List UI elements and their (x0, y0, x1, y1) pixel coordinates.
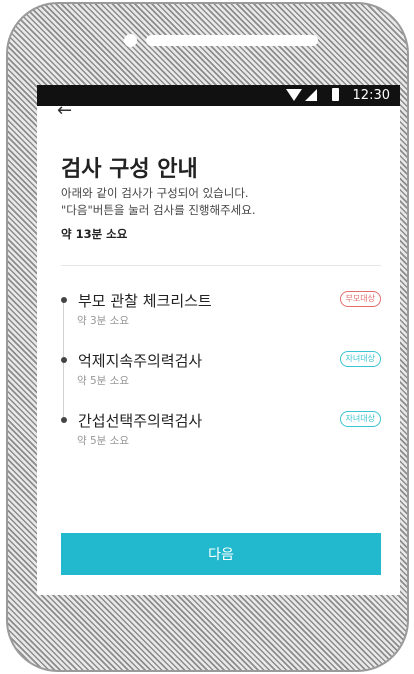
app-screen: 12:30 ← 검사 구성 안내 아래와 같이 검사가 구성되어 있습니다. "… (37, 85, 400, 595)
test-name: 부모 관찰 체크리스트 (78, 292, 212, 310)
page-title: 검사 구성 안내 (61, 157, 198, 182)
test-item-parent-checklist: 부모 관찰 체크리스트 부모대상 약 3분 소요 (59, 288, 381, 330)
test-time: 약 5분 소요 (77, 375, 129, 387)
bullet-icon (61, 417, 67, 423)
target-badge: 부모대상 (339, 291, 381, 307)
intro-description: 아래와 같이 검사가 구성되어 있습니다. "다음"버튼을 눌러 검사를 진행해… (61, 186, 256, 217)
phone-frame: 12:30 ← 검사 구성 안내 아래와 같이 검사가 구성되어 있습니다. "… (6, 2, 409, 672)
signal-icon (305, 89, 317, 101)
test-time: 약 3분 소요 (77, 315, 129, 327)
test-name: 억제지속주의력검사 (78, 352, 203, 370)
speaker-grille (146, 35, 318, 46)
test-time: 약 5분 소요 (77, 435, 129, 447)
divider (61, 265, 381, 266)
status-time: 12:30 (352, 88, 390, 103)
status-bar: 12:30 (37, 85, 400, 106)
bullet-icon (61, 357, 67, 363)
wifi-icon (286, 89, 302, 101)
battery-icon (332, 88, 339, 101)
target-badge: 자녀대상 (339, 351, 381, 367)
target-badge: 자녀대상 (339, 411, 381, 427)
total-time: 약 13분 소요 (61, 227, 128, 241)
front-camera (124, 34, 137, 47)
back-arrow-icon[interactable]: ← (57, 102, 72, 120)
bullet-icon (61, 297, 67, 303)
test-item-inhibition-attention: 억제지속주의력검사 자녀대상 약 5분 소요 (59, 348, 381, 390)
next-button[interactable]: 다음 (61, 533, 381, 575)
test-item-interference-attention: 간섭선택주의력검사 자녀대상 약 5분 소요 (59, 408, 381, 450)
test-name: 간섭선택주의력검사 (78, 412, 203, 430)
